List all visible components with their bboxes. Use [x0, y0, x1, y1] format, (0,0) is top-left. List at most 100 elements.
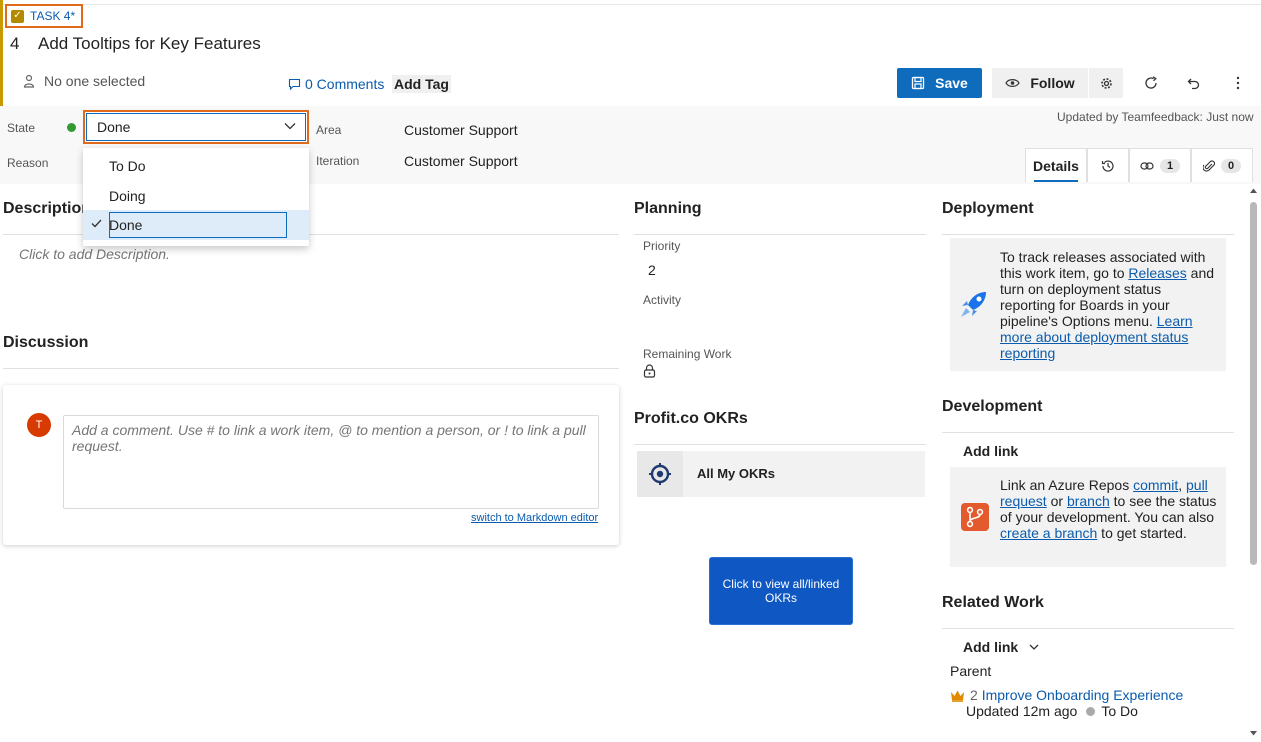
create-branch-link[interactable]: create a branch [1000, 525, 1097, 541]
iteration-value[interactable]: Customer Support [404, 153, 518, 169]
work-item-type-badge[interactable]: ✓ TASK 4* [5, 4, 83, 28]
description-editor[interactable]: Click to add Description. [19, 246, 170, 262]
active-tab-indicator [1034, 180, 1078, 182]
reason-label: Reason [7, 156, 49, 170]
work-item-title[interactable]: Add Tooltips for Key Features [38, 34, 261, 54]
remaining-work-label: Remaining Work [643, 347, 732, 361]
refresh-icon [1145, 76, 1157, 89]
state-option-label: Done [109, 217, 143, 233]
details-tabs: Details 1 0 [1025, 148, 1253, 182]
task-checkbox-icon: ✓ [11, 9, 24, 23]
priority-label: Priority [643, 239, 681, 253]
work-item-id: 4 [10, 34, 20, 53]
undo-button[interactable] [1179, 68, 1209, 98]
link-icon [1140, 161, 1154, 170]
add-tag-button[interactable]: Add Tag [392, 75, 451, 93]
tab-history[interactable] [1087, 148, 1129, 182]
checkmark-icon [91, 219, 102, 228]
development-text-3: to get started. [1097, 525, 1187, 541]
related-add-link-label: Add link [963, 639, 1019, 655]
follow-label: Follow [1030, 75, 1075, 91]
development-heading: Development [942, 398, 1043, 415]
branch-link[interactable]: branch [1067, 493, 1110, 509]
state-dropdown-menu: To Do Doing Done [83, 148, 309, 246]
scroll-down-arrow-icon[interactable] [1249, 730, 1258, 737]
iteration-label: Iteration [316, 154, 360, 168]
view-okrs-button[interactable]: Click to view all/linked OKRs [709, 557, 853, 625]
save-button[interactable]: Save [897, 68, 982, 98]
okrs-divider [634, 444, 926, 445]
task-badge-label: TASK 4* [30, 9, 76, 23]
state-option-to-do[interactable]: To Do [83, 152, 309, 180]
top-divider [0, 4, 1261, 5]
comments-label: 0 Comments [305, 76, 385, 92]
commit-link[interactable]: commit [1133, 477, 1178, 493]
follow-button[interactable]: Follow [992, 68, 1088, 98]
planning-heading: Planning [634, 200, 702, 217]
development-divider [942, 432, 1234, 433]
state-color-dot [67, 123, 76, 132]
avatar: T [27, 413, 51, 437]
state-option-label: To Do [109, 158, 146, 174]
save-icon [911, 76, 925, 90]
paperclip-icon [1202, 159, 1215, 172]
description-heading: Description [3, 200, 92, 217]
more-actions-button[interactable] [1223, 68, 1253, 98]
undo-icon [1187, 78, 1200, 90]
history-icon [1101, 159, 1114, 172]
scrollbar-thumb[interactable] [1250, 202, 1257, 565]
okrs-heading: Profit.co OKRs [634, 410, 748, 427]
related-work-add-link[interactable]: Add link [963, 639, 1040, 655]
markdown-editor-switch[interactable]: switch to Markdown editor [471, 512, 598, 524]
target-icon [649, 463, 671, 485]
releases-link[interactable]: Releases [1128, 265, 1186, 281]
comment-icon [288, 78, 301, 90]
activity-field[interactable] [643, 311, 926, 335]
parent-id: 2 [970, 687, 978, 703]
discussion-divider [3, 368, 619, 369]
tab-details[interactable]: Details [1025, 148, 1087, 182]
deployment-info-text: To track releases associated with this w… [1000, 249, 1220, 361]
gear-icon [1100, 77, 1112, 89]
area-label: Area [316, 123, 342, 137]
assignee-label: No one selected [44, 73, 146, 89]
chevron-down-icon[interactable] [283, 119, 297, 133]
comments-link[interactable]: 0 Comments [288, 76, 384, 92]
work-item-type-accent [0, 0, 3, 106]
tab-details-label: Details [1033, 157, 1079, 174]
tab-attachments[interactable]: 0 [1191, 148, 1253, 182]
parent-state: To Do [1101, 703, 1138, 719]
state-option-label: Doing [109, 188, 146, 204]
assignee-picker[interactable]: No one selected [22, 73, 145, 89]
person-icon [23, 74, 35, 88]
state-field[interactable]: Done [83, 110, 309, 144]
save-label: Save [935, 75, 968, 91]
parent-updated: Updated 12m ago [966, 703, 1078, 719]
scroll-up-arrow-icon[interactable] [1249, 187, 1258, 194]
state-option-doing[interactable]: Doing [83, 182, 309, 210]
related-work-divider [942, 628, 1234, 629]
development-add-link[interactable]: Add link [963, 443, 1018, 459]
parent-title: Improve Onboarding Experience [981, 687, 1184, 703]
activity-label: Activity [643, 293, 682, 307]
state-option-done[interactable]: Done [83, 210, 309, 240]
priority-value[interactable]: 2 [648, 262, 656, 278]
all-my-okrs-label: All My OKRs [697, 466, 776, 481]
area-value[interactable]: Customer Support [404, 122, 518, 138]
deployment-heading: Deployment [942, 200, 1034, 217]
updated-by-text: Updated by Teamfeedback: Just now [1057, 110, 1254, 124]
tab-links[interactable]: 1 [1129, 148, 1191, 182]
rocket-icon [961, 292, 986, 317]
comment-input[interactable]: Add a comment. Use # to link a work item… [63, 415, 599, 509]
lock-icon [643, 364, 656, 378]
settings-button[interactable] [1089, 68, 1123, 98]
refresh-button[interactable] [1136, 68, 1166, 98]
parent-state-dot [1086, 706, 1096, 716]
git-branch-icon [961, 503, 989, 531]
parent-work-item[interactable]: 2 Improve Onboarding Experience [970, 687, 1183, 703]
state-value: Done [97, 119, 131, 135]
eye-icon [1005, 79, 1021, 87]
development-text-1: Link an Azure Repos [1000, 477, 1134, 493]
development-sep-1: , [1178, 477, 1186, 493]
planning-divider [634, 234, 926, 235]
